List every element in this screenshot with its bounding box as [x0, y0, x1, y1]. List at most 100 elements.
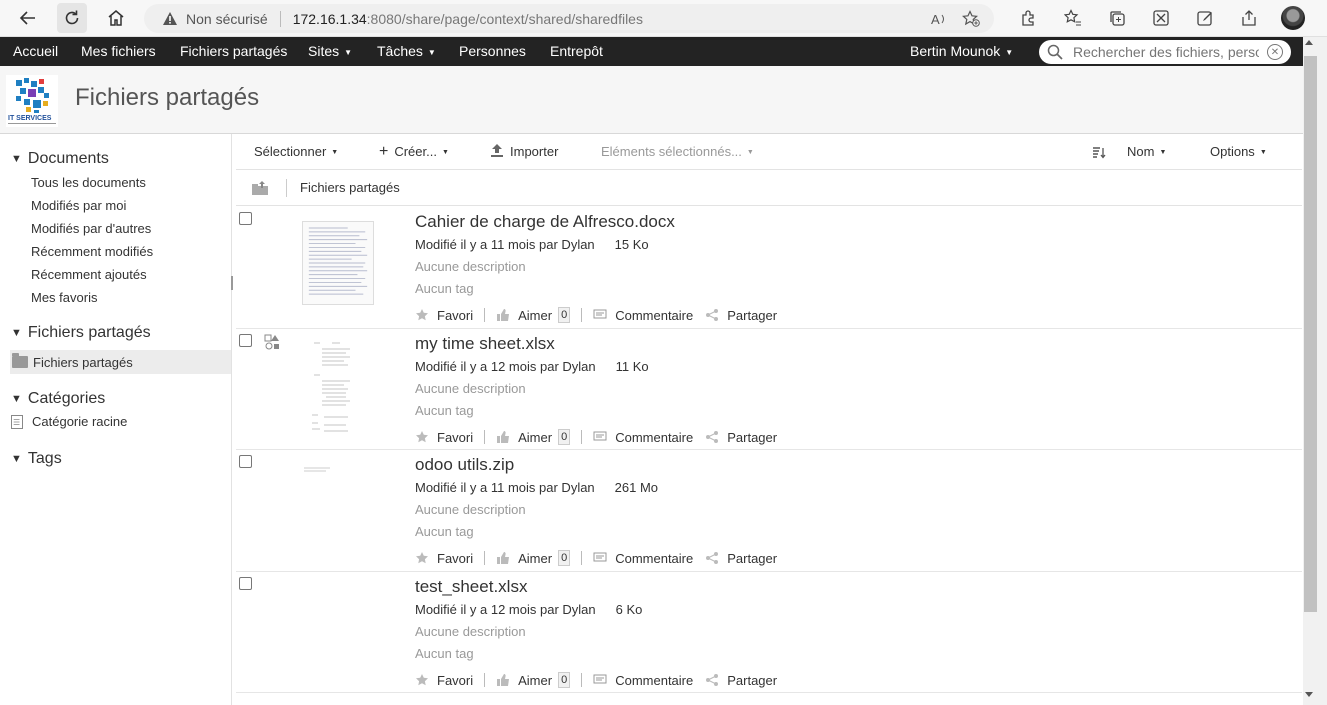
url-text[interactable]: 172.16.1.34:8080/share/page/context/shar…: [293, 11, 643, 27]
sidebar-item-recently-modified[interactable]: Récemment modifiés: [31, 244, 153, 259]
nav-repository[interactable]: Entrepôt: [550, 37, 603, 66]
chevron-down-icon: ▼: [1259, 148, 1267, 156]
read-aloud-icon[interactable]: A: [930, 10, 948, 28]
sidebar-item-modified-by-others[interactable]: Modifiés par d'autres: [31, 221, 151, 236]
clear-search-icon[interactable]: ✕: [1267, 44, 1283, 60]
document-actions: Favori Aimer 0 Commentaire Partager: [415, 550, 777, 566]
scrollbar-thumb[interactable]: [1304, 56, 1317, 612]
sidebar: ▼ Documents Tous les documents Modifiés …: [0, 134, 232, 705]
sidebar-item-all-documents[interactable]: Tous les documents: [31, 175, 146, 190]
sidebar-item-recently-added[interactable]: Récemment ajoutés: [31, 267, 147, 282]
triangle-down-icon: ▼: [11, 153, 22, 165]
share-button[interactable]: Partager: [705, 430, 777, 445]
thumbs-up-icon: [496, 673, 510, 687]
it-services-logo: IT SERVICES: [6, 75, 58, 127]
document-thumbnail[interactable]: [302, 462, 342, 472]
profile-avatar[interactable]: [1281, 6, 1305, 30]
share-button[interactable]: Partager: [705, 673, 777, 688]
like-button[interactable]: Aimer 0: [496, 429, 571, 445]
sidebar-item-shared-folder[interactable]: Fichiers partagés: [10, 350, 231, 374]
back-arrow-icon[interactable]: [13, 3, 43, 33]
breadcrumb-divider: [286, 179, 287, 197]
document-title[interactable]: my time sheet.xlsx: [415, 334, 555, 354]
comment-button[interactable]: Commentaire: [593, 551, 693, 566]
sort-field-menu[interactable]: Nom ▼: [1127, 134, 1166, 170]
nav-sites[interactable]: Sites ▼: [308, 37, 352, 66]
options-menu[interactable]: Options ▼: [1210, 134, 1267, 170]
file-size: 15 Ko: [614, 237, 649, 252]
favorite-button[interactable]: Favori: [415, 430, 473, 445]
favorite-button[interactable]: Favori: [415, 308, 473, 323]
global-search: ✕: [1039, 40, 1291, 64]
home-icon[interactable]: [101, 3, 131, 33]
favorite-button[interactable]: Favori: [415, 551, 473, 566]
scroll-up-arrow-icon[interactable]: [1305, 40, 1313, 45]
like-button[interactable]: Aimer 0: [496, 550, 571, 566]
upload-button[interactable]: Importer: [490, 134, 558, 170]
like-button[interactable]: Aimer 0: [496, 307, 571, 323]
share-icon[interactable]: [1227, 9, 1271, 27]
document-title[interactable]: odoo utils.zip: [415, 455, 514, 475]
document-title[interactable]: Cahier de charge de Alfresco.docx: [415, 212, 675, 232]
sort-direction-icon[interactable]: [1092, 134, 1106, 170]
parent-folder-icon[interactable]: [252, 181, 268, 195]
row-checkbox[interactable]: [239, 212, 252, 225]
document-thumbnail[interactable]: [302, 337, 362, 433]
like-button[interactable]: Aimer 0: [496, 672, 571, 688]
comment-icon: [593, 430, 607, 444]
favorite-button[interactable]: Favori: [415, 673, 473, 688]
comment-button[interactable]: Commentaire: [593, 673, 693, 688]
comment-label: Commentaire: [615, 672, 694, 688]
address-bar[interactable]: Non sécurisé 172.16.1.34:8080/share/page…: [144, 4, 994, 33]
thumbs-up-icon: [496, 551, 510, 565]
reload-icon[interactable]: [57, 3, 87, 33]
office-extension-icon[interactable]: [1139, 9, 1183, 27]
sidebar-item-modified-by-me[interactable]: Modifiés par moi: [31, 198, 126, 213]
sidebar-item-category-root[interactable]: Catégorie racine: [11, 414, 127, 429]
document-thumbnail[interactable]: [302, 221, 374, 305]
page-header: IT SERVICES Fichiers partagés: [0, 66, 1303, 134]
security-label[interactable]: Non sécurisé: [186, 11, 268, 27]
share-button[interactable]: Partager: [705, 551, 777, 566]
selected-items-menu[interactable]: Eléments sélectionnés... ▼: [601, 134, 754, 170]
nav-my-files[interactable]: Mes fichiers: [81, 37, 156, 66]
extensions-icon[interactable]: [1007, 9, 1051, 27]
page-title: Fichiers partagés: [75, 84, 260, 111]
nav-shared-files[interactable]: Fichiers partagés: [180, 37, 287, 66]
sidebar-resize-handle[interactable]: [231, 276, 233, 290]
share-button[interactable]: Partager: [705, 308, 777, 323]
document-tags: Aucun tag: [415, 524, 474, 539]
collections-icon[interactable]: [1095, 9, 1139, 27]
comment-button[interactable]: Commentaire: [593, 308, 693, 323]
sidebar-item-my-favorites[interactable]: Mes favoris: [31, 290, 97, 305]
create-menu-button[interactable]: + Créer... ▼: [379, 134, 449, 170]
comment-button[interactable]: Commentaire: [593, 430, 693, 445]
row-checkbox[interactable]: [239, 455, 252, 468]
select-menu-button[interactable]: Sélectionner ▼: [254, 134, 338, 170]
document-meta: Modifié il y a 12 mois par Dylan 6 Ko: [415, 602, 642, 617]
sidebar-section-tags[interactable]: ▼ Tags: [11, 450, 62, 468]
document-title[interactable]: test_sheet.xlsx: [415, 577, 527, 597]
favorites-icon[interactable]: [1051, 9, 1095, 27]
add-favorite-icon[interactable]: [962, 10, 980, 28]
sidebar-section-documents[interactable]: ▼ Documents: [11, 150, 109, 168]
row-checkbox[interactable]: [239, 577, 252, 590]
document-toolbar: Sélectionner ▼ + Créer... ▼ Importer Elémen…: [236, 134, 1302, 170]
search-input[interactable]: [1073, 44, 1259, 60]
nav-tasks[interactable]: Tâches ▼: [377, 37, 436, 66]
modified-info: Modifié il y a 12 mois par Dylan: [415, 602, 596, 617]
action-divider: [581, 551, 583, 565]
document-row: odoo utils.zip Modifié il y a 11 mois pa…: [236, 450, 1302, 572]
scroll-down-arrow-icon[interactable]: [1305, 692, 1313, 697]
sidebar-section-shared[interactable]: ▼ Fichiers partagés: [11, 324, 151, 342]
user-menu[interactable]: Bertin Mounok ▼: [910, 37, 1013, 66]
chevron-down-icon: ▼: [441, 148, 449, 156]
edit-extension-icon[interactable]: [1183, 9, 1227, 27]
modified-info: Modifié il y a 11 mois par Dylan: [415, 480, 595, 495]
sidebar-section-categories[interactable]: ▼ Catégories: [11, 390, 105, 408]
row-checkbox[interactable]: [239, 334, 252, 347]
nav-home[interactable]: Accueil: [13, 37, 58, 66]
breadcrumb-current[interactable]: Fichiers partagés: [300, 180, 400, 195]
nav-people[interactable]: Personnes: [459, 37, 526, 66]
comment-icon: [593, 673, 607, 687]
